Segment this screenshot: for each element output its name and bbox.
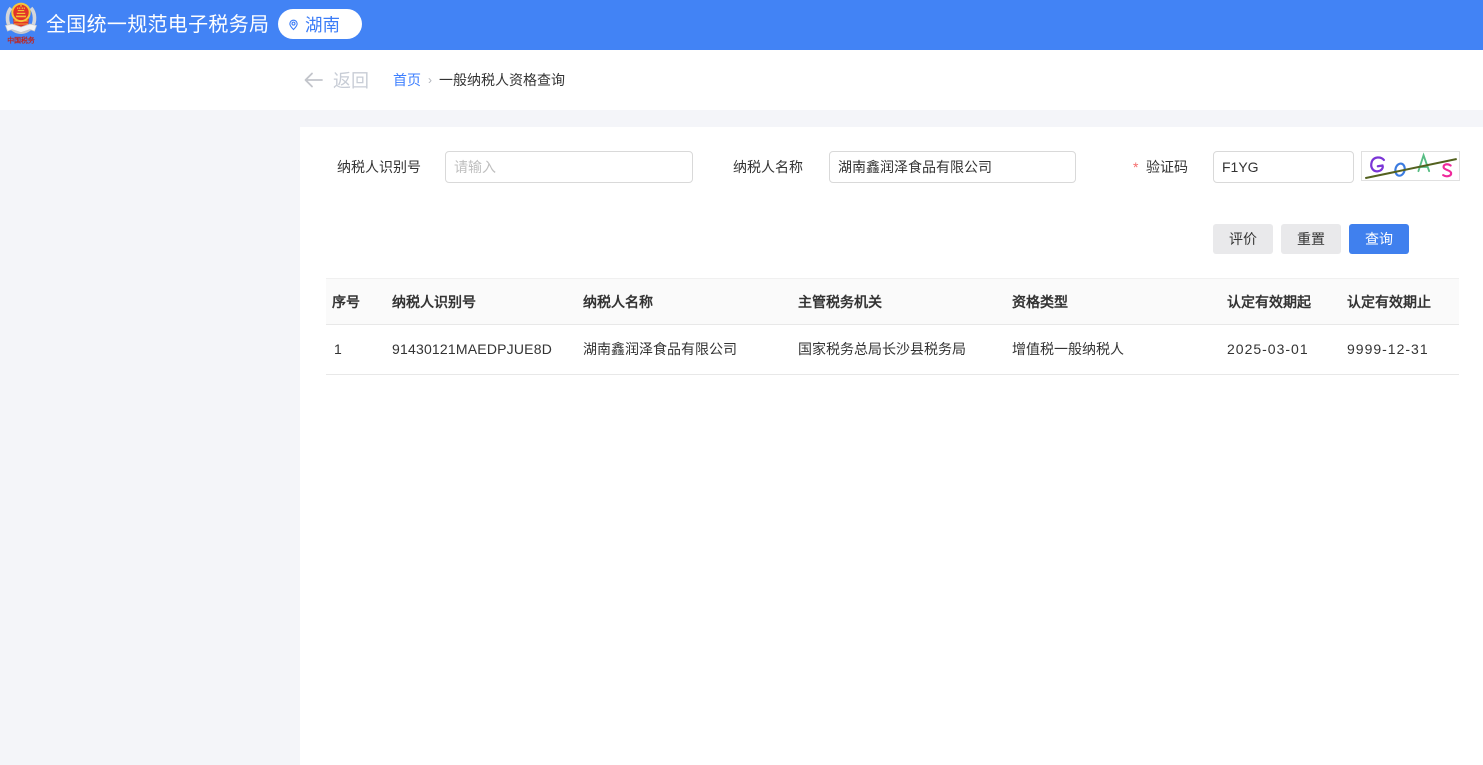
svg-text:中国税务: 中国税务 (7, 36, 35, 45)
